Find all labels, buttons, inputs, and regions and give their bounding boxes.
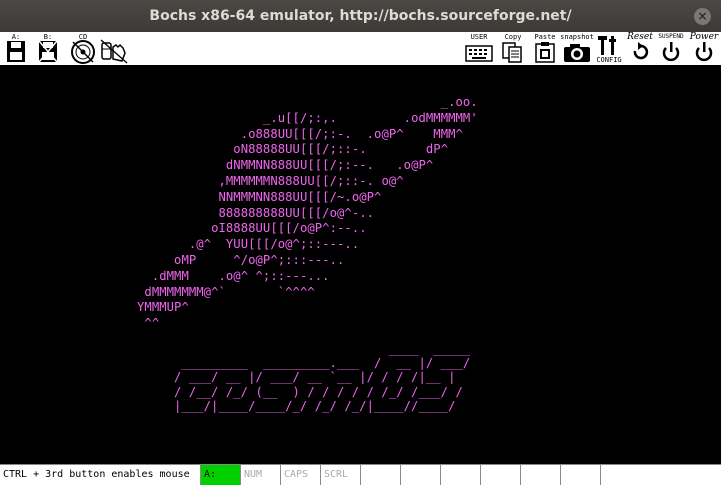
suspend-button[interactable]: SUSPEND bbox=[655, 33, 687, 64]
status-slot-5 bbox=[521, 465, 561, 485]
camera-icon bbox=[564, 44, 590, 62]
status-slot-1 bbox=[361, 465, 401, 485]
floppy-disk-icon bbox=[38, 40, 58, 63]
keyboard-icon bbox=[465, 45, 493, 62]
power-button[interactable]: Power bbox=[688, 33, 720, 64]
paste-icon bbox=[535, 42, 555, 63]
user-button[interactable]: USER bbox=[464, 33, 494, 64]
status-drive-indicator: A: bbox=[201, 465, 241, 485]
mouse-hand-icon bbox=[100, 39, 128, 64]
copy-button[interactable]: Copy bbox=[500, 33, 526, 64]
window-title: Bochs x86-64 emulator, http://bochs.sour… bbox=[149, 8, 572, 24]
paste-button[interactable]: Paste bbox=[532, 33, 558, 64]
status-caps-indicator: CAPS bbox=[281, 465, 321, 485]
toolbar: A: B: CD USER Copy Paste snapshot CONFIG… bbox=[0, 32, 721, 66]
status-scrl-indicator: SCRL bbox=[321, 465, 361, 485]
status-slot-2 bbox=[401, 465, 441, 485]
status-slot-3 bbox=[441, 465, 481, 485]
config-icon bbox=[598, 36, 616, 55]
bochs-ascii-banner: ____ _____ _________ _________.___ / __ … bbox=[174, 342, 471, 413]
emulator-screen[interactable]: _.oo. _.u[[/;:,. .odMMMMMM' .o888UU[[[/;… bbox=[0, 65, 721, 464]
mouse-toggle-button[interactable] bbox=[100, 33, 128, 64]
reset-icon bbox=[633, 42, 649, 60]
reset-button[interactable]: Reset bbox=[625, 33, 655, 64]
bochs-ascii-logo: _.oo. _.u[[/;:,. .odMMMMMM' .o888UU[[[/;… bbox=[137, 95, 478, 331]
status-message: CTRL + 3rd button enables mouse bbox=[0, 465, 201, 485]
copy-icon bbox=[502, 42, 522, 63]
bochs-window: Bochs x86-64 emulator, http://bochs.sour… bbox=[0, 0, 721, 485]
status-slot-4 bbox=[481, 465, 521, 485]
floppy-disk-icon bbox=[7, 41, 25, 62]
status-num-indicator: NUM bbox=[241, 465, 281, 485]
close-window-button[interactable]: × bbox=[694, 8, 711, 25]
config-button[interactable]: CONFIG bbox=[596, 33, 622, 64]
close-icon: × bbox=[697, 9, 708, 23]
cdrom-button[interactable]: CD bbox=[70, 33, 96, 64]
title-bar: Bochs x86-64 emulator, http://bochs.sour… bbox=[0, 0, 721, 32]
status-slot-7 bbox=[601, 465, 721, 485]
power-icon bbox=[695, 42, 713, 62]
cdrom-icon bbox=[71, 40, 95, 64]
floppy-a-button[interactable]: A: bbox=[4, 33, 28, 64]
floppy-b-button[interactable]: B: bbox=[36, 33, 60, 64]
status-bar: CTRL + 3rd button enables mouse A: NUM C… bbox=[0, 464, 721, 485]
status-slot-6 bbox=[561, 465, 601, 485]
snapshot-button[interactable]: snapshot bbox=[560, 33, 594, 64]
suspend-icon bbox=[662, 42, 680, 62]
config-label: CONFIG bbox=[596, 56, 622, 64]
